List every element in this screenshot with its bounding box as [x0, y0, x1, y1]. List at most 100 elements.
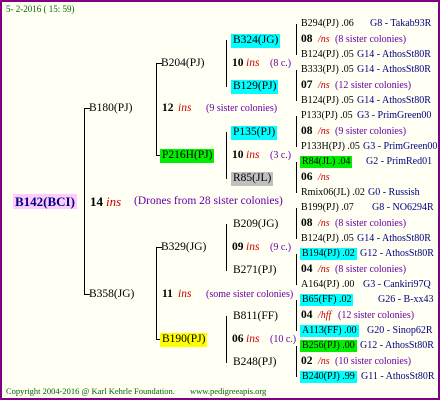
gen4-mid-ins: /ns	[318, 80, 330, 91]
gen4-top-line: G12 - AthosSt80R	[360, 340, 434, 351]
connector	[226, 224, 227, 271]
gen4-mid-year: 04	[301, 309, 313, 321]
gen4-bot-line: G20 - Sinop62R	[367, 325, 433, 336]
gen4-mid-year: 02	[301, 355, 313, 367]
gen4-mid-note: (8 sister colonies)	[335, 218, 407, 229]
gen3-queen-6: B271(PJ)	[233, 264, 277, 276]
gen4-top-queen: B256(PJ) .00	[300, 340, 357, 352]
gen4-top-queen: B199(PJ) .07	[301, 202, 354, 213]
root-year: 14	[90, 194, 103, 209]
gen4-mid-note: (12 sister colonies)	[338, 310, 415, 321]
gen3-queen-3: P135(PJ)	[231, 126, 278, 140]
gen3-queen-8: B248(PJ)	[233, 356, 277, 368]
gen3-queen-1: B324(JG)	[231, 34, 281, 48]
connector	[226, 316, 227, 363]
gen4-mid-year: 07	[301, 79, 313, 91]
gen4-bot-line: G3 - Cankiri97Q	[363, 279, 431, 290]
gen4-bot-queen: B124(PJ) .05	[301, 49, 354, 60]
gen4-top-queen: B333(PJ) .05	[301, 64, 354, 75]
gen4-mid-ins: /ns	[318, 126, 330, 137]
connector	[296, 24, 297, 55]
gen4-bot-line: G14 - AthosSt80R	[357, 49, 431, 60]
connector	[296, 208, 297, 239]
connector	[226, 132, 227, 179]
gen2-ins-3: ins	[246, 241, 260, 253]
gen4-mid-year: 08	[301, 217, 313, 229]
gen4-top-queen: B65(FF) .02	[300, 294, 354, 306]
gen4-mid-year: 08	[301, 33, 313, 45]
date-stamp: 5- 2-2016 ( 15: 59)	[6, 4, 75, 14]
connector	[296, 346, 297, 377]
gen1-queen-1: B180(PJ)	[89, 102, 133, 114]
gen3-queen-7: B811(FF)	[233, 310, 278, 322]
gen4-top-line: G2 - PrimRed01	[366, 156, 433, 167]
root-note: (Drones from 28 sister colonies)	[134, 195, 283, 207]
footer-url: www.pedigreeapis.org	[190, 386, 267, 396]
gen4-top-queen: R84(JL) .04	[300, 156, 353, 168]
gen3-queen-5: B209(JG)	[233, 218, 279, 230]
gen2-queen-4: B190(PJ)	[160, 333, 208, 347]
connector	[296, 162, 297, 193]
gen1-queen-2: B358(JG)	[89, 288, 135, 300]
gen2-queen-2: P216H(PJ)	[160, 149, 215, 163]
gen4-mid-note: (8 sister colonies)	[335, 264, 407, 275]
gen4-mid-ins: /ns	[318, 172, 330, 183]
gen4-mid-ins: /hff	[318, 310, 332, 321]
gen4-top-line: G3 - PrimGreen00	[357, 110, 432, 121]
gen2-year-2: 10	[232, 149, 244, 161]
gen4-top-queen: P133(PJ) .05	[301, 110, 353, 121]
pedigree-chart: 5- 2-2016 ( 15: 59) Copyright 2004-2016 …	[0, 0, 440, 400]
gen4-bot-queen: B124(PJ) .05	[301, 95, 354, 106]
gen3-queen-2: B129(PJ)	[231, 80, 279, 94]
gen4-mid-ins: /ns	[318, 264, 330, 275]
gen4-bot-line: G11 - AthosSt80R	[361, 371, 435, 382]
gen2-queen-1: B204(PJ)	[161, 57, 205, 69]
gen2-ins-1: ins	[246, 57, 260, 69]
gen4-top-queen: B194(PJ) .02	[300, 248, 357, 260]
gen1-ins-1: ins	[178, 102, 192, 114]
gen4-mid-year: 04	[301, 263, 313, 275]
connector	[296, 254, 297, 285]
gen4-top-line: G26 - B-xx43	[378, 294, 434, 305]
connector	[296, 116, 297, 147]
connector	[296, 300, 297, 331]
gen1-ins-2: ins	[178, 288, 192, 300]
connector	[156, 63, 157, 156]
gen4-bot-line: G14 - AthosSt80R	[357, 233, 431, 244]
gen4-mid-ins: /ns	[318, 356, 330, 367]
gen4-bot-queen: B124(PJ) .05	[301, 233, 354, 244]
gen4-mid-note: (9 sister colonies)	[335, 126, 407, 137]
gen1-note-2: (some sister colonies)	[206, 289, 294, 300]
gen4-top-line: G14 - AthosSt80R	[357, 64, 431, 75]
gen4-top-line: G12 - AthosSt80R	[360, 248, 434, 259]
gen3-queen-4: R85(JL)	[231, 172, 274, 186]
gen2-note-2: (3 c.)	[270, 150, 292, 161]
connector	[156, 247, 157, 340]
connector	[226, 40, 227, 87]
connector	[84, 108, 85, 295]
gen4-mid-note: (10 sister colonies)	[335, 356, 412, 367]
gen4-bot-queen: A164(PJ) .00	[301, 279, 355, 290]
gen4-bot-queen: Rmix06(JL) .02	[301, 187, 365, 198]
connector	[296, 70, 297, 101]
gen4-mid-note: (12 sister colonies)	[335, 80, 412, 91]
gen4-top-line: G8 - NO6294R	[372, 202, 434, 213]
gen4-mid-note: (8 sister colonies)	[335, 34, 407, 45]
gen2-note-4: (10 c.)	[270, 334, 297, 345]
gen2-year-4: 06	[232, 333, 244, 345]
gen4-mid-ins: /ns	[318, 218, 330, 229]
gen2-ins-2: ins	[246, 149, 260, 161]
gen2-year-3: 09	[232, 241, 244, 253]
gen1-year-2: 11	[162, 288, 173, 300]
gen1-note-1: (9 sister colonies)	[206, 103, 278, 114]
gen4-bot-queen: P133H(PJ) .05	[301, 141, 360, 152]
gen4-mid-ins: /ns	[318, 34, 330, 45]
gen4-bot-queen: A113(FF) .00	[300, 325, 359, 337]
gen2-year-1: 10	[232, 57, 244, 69]
gen4-bot-line: G3 - PrimGreen00	[363, 141, 438, 152]
footer-copyright: Copyright 2004-2016 @ Karl Kehrle Founda…	[6, 386, 175, 396]
gen4-top-queen: B294(PJ) .06	[301, 18, 354, 29]
gen1-year-1: 12	[162, 102, 174, 114]
gen2-note-3: (9 c.)	[270, 242, 292, 253]
gen4-top-line: G8 - Takab93R	[370, 18, 432, 29]
